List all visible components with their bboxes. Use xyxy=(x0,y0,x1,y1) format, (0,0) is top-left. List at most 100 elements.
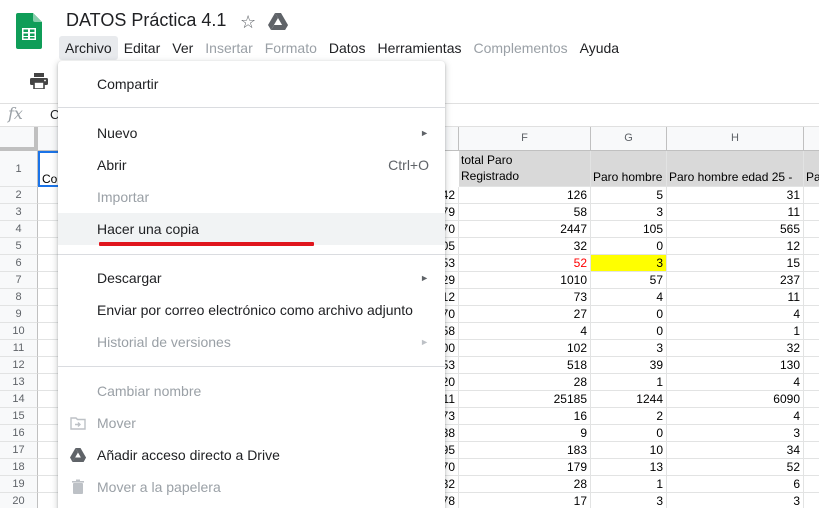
cell-h16[interactable]: 3 xyxy=(667,425,804,442)
cell-g17[interactable]: 10 xyxy=(591,442,667,459)
cell-g7[interactable]: 57 xyxy=(591,272,667,289)
cell-g4[interactable]: 105 xyxy=(591,221,667,238)
column-header-g[interactable]: G xyxy=(591,127,667,151)
cell-f12[interactable]: 518 xyxy=(459,357,591,374)
menu-editar[interactable]: Editar xyxy=(118,36,167,60)
cell-g9[interactable]: 0 xyxy=(591,306,667,323)
cell-g2[interactable]: 5 xyxy=(591,187,667,204)
cell-g11[interactable]: 3 xyxy=(591,340,667,357)
cell-g3[interactable]: 3 xyxy=(591,204,667,221)
cell-f5[interactable]: 32 xyxy=(459,238,591,255)
cell-i16[interactable] xyxy=(804,425,819,442)
cell-f13[interactable]: 28 xyxy=(459,374,591,391)
menu-herramientas[interactable]: Herramientas xyxy=(371,36,467,60)
cell-f2[interactable]: 126 xyxy=(459,187,591,204)
column-header-h[interactable]: H xyxy=(667,127,804,151)
column-header-f[interactable]: F xyxy=(459,127,591,151)
row-header-2[interactable]: 2 xyxy=(0,187,38,204)
cell-h2[interactable]: 31 xyxy=(667,187,804,204)
cell-i14[interactable] xyxy=(804,391,819,408)
cell-i2[interactable] xyxy=(804,187,819,204)
row-header-18[interactable]: 18 xyxy=(0,459,38,476)
cell-g8[interactable]: 4 xyxy=(591,289,667,306)
cell-i18[interactable] xyxy=(804,459,819,476)
cell-h12[interactable]: 130 xyxy=(667,357,804,374)
menu-item-enviar-correo[interactable]: Enviar por correo electrónico como archi… xyxy=(58,294,445,326)
sheets-logo-icon[interactable] xyxy=(16,13,42,49)
cell-h4[interactable]: 565 xyxy=(667,221,804,238)
cell-h1[interactable]: Paro hombre edad 25 - xyxy=(667,151,804,187)
cell-g6[interactable]: 3 xyxy=(591,255,667,272)
cell-i11[interactable] xyxy=(804,340,819,357)
row-header-8[interactable]: 8 xyxy=(0,289,38,306)
cell-f10[interactable]: 4 xyxy=(459,323,591,340)
cell-h8[interactable]: 11 xyxy=(667,289,804,306)
cell-i9[interactable] xyxy=(804,306,819,323)
menu-ver[interactable]: Ver xyxy=(166,36,199,60)
cell-f7[interactable]: 1010 xyxy=(459,272,591,289)
print-icon[interactable] xyxy=(30,73,48,89)
menu-formato[interactable]: Formato xyxy=(259,36,323,60)
cell-f19[interactable]: 28 xyxy=(459,476,591,493)
menu-item-importar[interactable]: Importar xyxy=(58,181,445,213)
cell-f6[interactable]: 52 xyxy=(459,255,591,272)
menu-item-cambiar-nombre[interactable]: Cambiar nombre xyxy=(58,375,445,407)
cell-i19[interactable] xyxy=(804,476,819,493)
menu-item-mover[interactable]: Mover xyxy=(58,407,445,439)
cell-h15[interactable]: 4 xyxy=(667,408,804,425)
cell-f3[interactable]: 58 xyxy=(459,204,591,221)
menu-item-hacer-copia[interactable]: Hacer una copia xyxy=(58,213,445,245)
cell-f11[interactable]: 102 xyxy=(459,340,591,357)
cell-f1[interactable]: total Paro Registrado xyxy=(459,151,591,187)
cell-h11[interactable]: 32 xyxy=(667,340,804,357)
cell-i3[interactable] xyxy=(804,204,819,221)
cell-g14[interactable]: 1244 xyxy=(591,391,667,408)
cell-h17[interactable]: 34 xyxy=(667,442,804,459)
menu-insertar[interactable]: Insertar xyxy=(199,36,258,60)
cell-f20[interactable]: 17 xyxy=(459,493,591,508)
row-header-11[interactable]: 11 xyxy=(0,340,38,357)
cell-h9[interactable]: 4 xyxy=(667,306,804,323)
row-header-10[interactable]: 10 xyxy=(0,323,38,340)
menu-archivo[interactable]: Archivo xyxy=(59,36,118,60)
cell-i13[interactable] xyxy=(804,374,819,391)
cell-g12[interactable]: 39 xyxy=(591,357,667,374)
cell-h6[interactable]: 15 xyxy=(667,255,804,272)
select-all-corner[interactable] xyxy=(0,127,38,151)
cell-i1[interactable]: Pa xyxy=(804,151,819,187)
cell-f17[interactable]: 183 xyxy=(459,442,591,459)
row-header-15[interactable]: 15 xyxy=(0,408,38,425)
cell-i20[interactable] xyxy=(804,493,819,508)
cell-g20[interactable]: 3 xyxy=(591,493,667,508)
cell-g15[interactable]: 2 xyxy=(591,408,667,425)
menu-complementos[interactable]: Complementos xyxy=(467,36,573,60)
cell-h13[interactable]: 4 xyxy=(667,374,804,391)
row-header-4[interactable]: 4 xyxy=(0,221,38,238)
menu-ayuda[interactable]: Ayuda xyxy=(574,36,625,60)
menu-item-nuevo[interactable]: Nuevo ► xyxy=(58,117,445,149)
cell-i17[interactable] xyxy=(804,442,819,459)
drive-status-icon[interactable] xyxy=(268,12,288,30)
cell-h20[interactable]: 3 xyxy=(667,493,804,508)
cell-f18[interactable]: 179 xyxy=(459,459,591,476)
row-header-3[interactable]: 3 xyxy=(0,204,38,221)
column-header-i[interactable] xyxy=(804,127,819,151)
cell-f16[interactable]: 9 xyxy=(459,425,591,442)
cell-h14[interactable]: 6090 xyxy=(667,391,804,408)
cell-g16[interactable]: 0 xyxy=(591,425,667,442)
cell-g10[interactable]: 0 xyxy=(591,323,667,340)
row-header-5[interactable]: 5 xyxy=(0,238,38,255)
cell-g18[interactable]: 13 xyxy=(591,459,667,476)
row-header-19[interactable]: 19 xyxy=(0,476,38,493)
cell-f8[interactable]: 73 xyxy=(459,289,591,306)
cell-f15[interactable]: 16 xyxy=(459,408,591,425)
cell-i10[interactable] xyxy=(804,323,819,340)
cell-f4[interactable]: 2447 xyxy=(459,221,591,238)
cell-f14[interactable]: 25185 xyxy=(459,391,591,408)
cell-h3[interactable]: 11 xyxy=(667,204,804,221)
cell-i12[interactable] xyxy=(804,357,819,374)
star-icon[interactable]: ☆ xyxy=(240,12,256,33)
menu-item-abrir[interactable]: Abrir Ctrl+O xyxy=(58,149,445,181)
cell-h10[interactable]: 1 xyxy=(667,323,804,340)
row-header-7[interactable]: 7 xyxy=(0,272,38,289)
